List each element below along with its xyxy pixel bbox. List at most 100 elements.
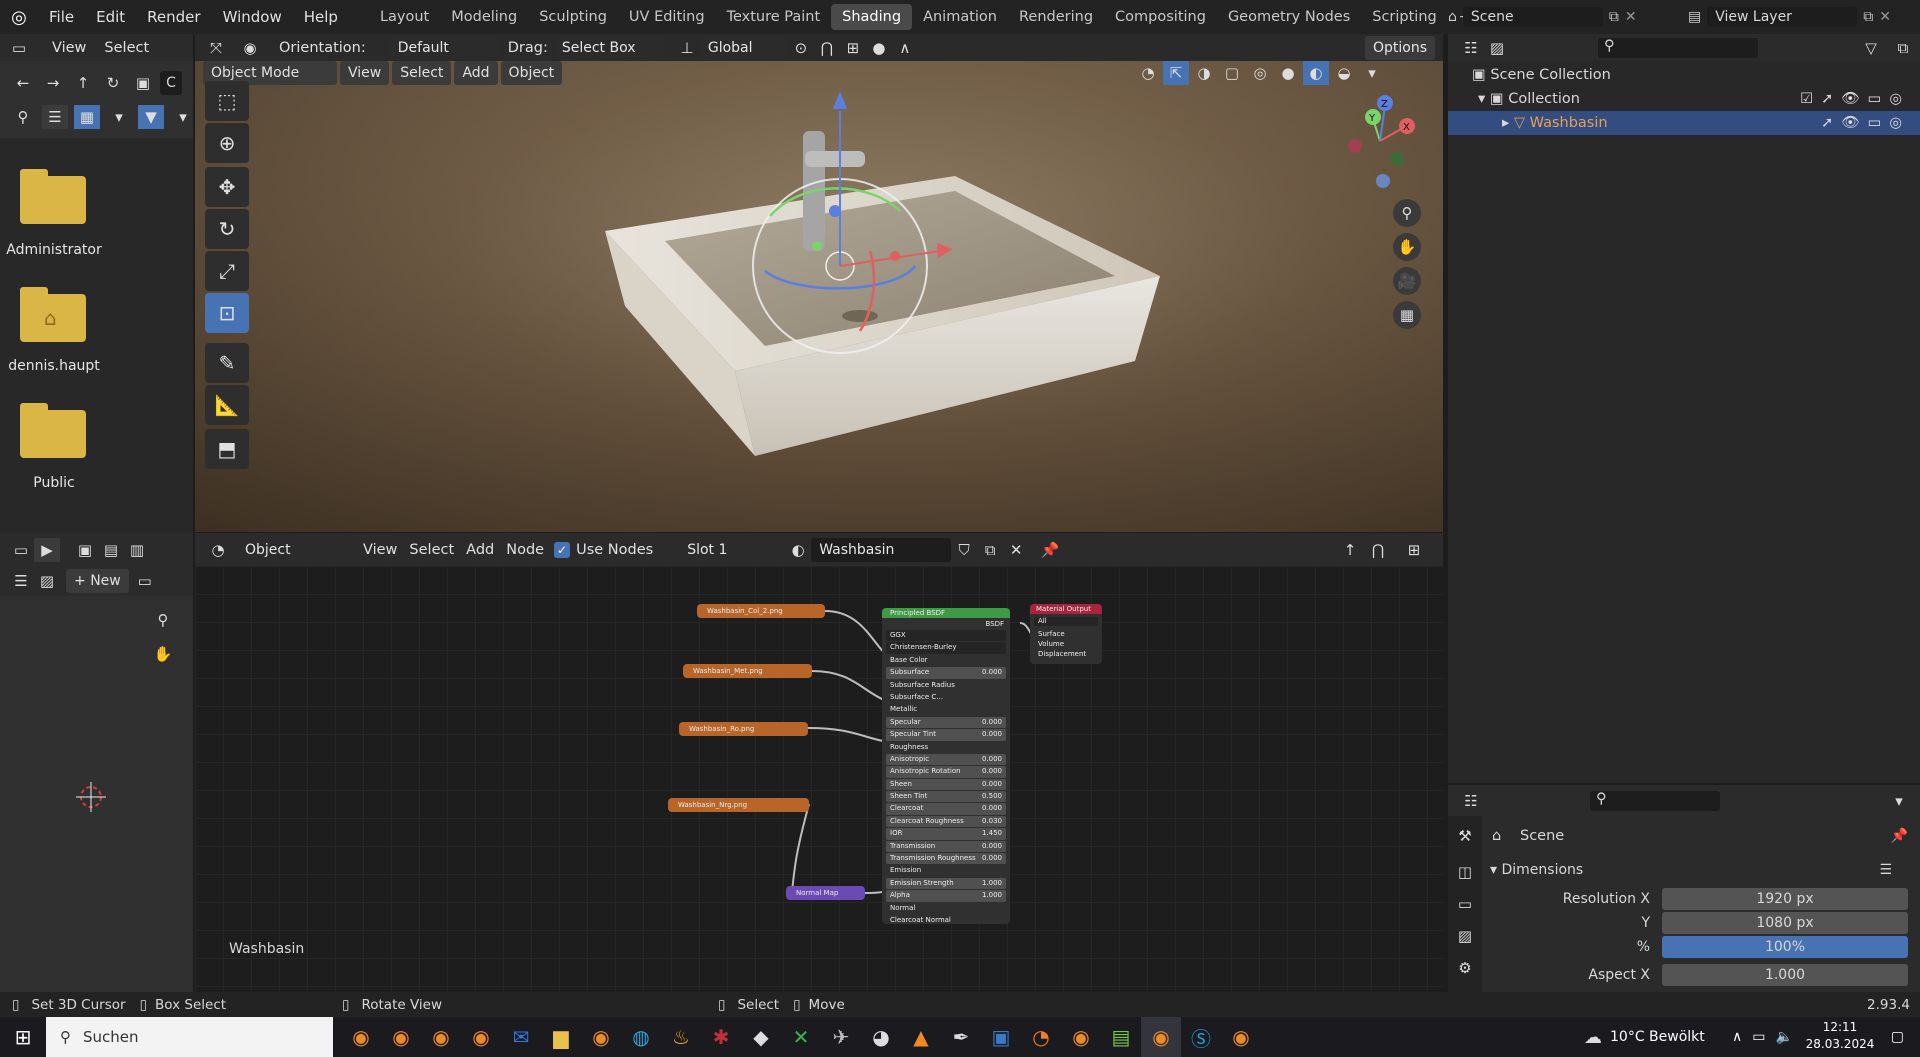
parent-dir-icon[interactable]: ↑ bbox=[70, 71, 96, 95]
file-browser-view-menu[interactable]: View bbox=[46, 40, 92, 56]
texture-node[interactable]: Washbasin_Met.png bbox=[683, 664, 812, 678]
outliner-item-collection[interactable]: ▾ ▣ Collection ☑➚👁▭◎ bbox=[1448, 87, 1920, 111]
bsdf-socket-row[interactable]: IOR 1.450 bbox=[886, 828, 1006, 840]
resolution-percent-slider[interactable]: 100% bbox=[1662, 936, 1908, 958]
chevron-up-icon[interactable]: ∧ bbox=[1732, 1029, 1742, 1045]
bsdf-socket-row[interactable]: Specular Tint 0.000 bbox=[886, 729, 1006, 741]
pivot-point-icon[interactable]: ⊙ bbox=[788, 36, 814, 60]
folder-icon[interactable] bbox=[20, 403, 86, 458]
image-editor-canvas[interactable]: ⚲ ✋ bbox=[0, 596, 193, 992]
skype-icon[interactable]: Ⓢ bbox=[1181, 1017, 1221, 1057]
select-mode-new-icon[interactable]: ▣ bbox=[72, 538, 98, 562]
blender-app-icon-active[interactable]: ◉ bbox=[1141, 1017, 1181, 1057]
visibility-toggles[interactable]: ➚👁▭◎ bbox=[1821, 111, 1910, 135]
menu-help[interactable]: Help bbox=[293, 0, 349, 34]
filter-dropdown-icon[interactable]: ▾ bbox=[170, 105, 196, 129]
tab-rendering[interactable]: Rendering bbox=[1008, 4, 1104, 30]
aspect-x-field[interactable]: 1.000 bbox=[1662, 964, 1908, 986]
hamburger-menu-icon[interactable]: ☰ bbox=[8, 569, 34, 593]
new-scene-icon[interactable]: ⧉ bbox=[1609, 9, 1619, 25]
wireframe-shading-icon[interactable]: ◎ bbox=[1247, 61, 1273, 85]
bsdf-socket-row[interactable]: Clearcoat Roughness 0.030 bbox=[886, 815, 1006, 828]
normal-map-node[interactable]: Normal Map bbox=[786, 886, 865, 900]
display-mode-icon[interactable]: ▨ bbox=[1484, 36, 1510, 60]
navigation-gizmo[interactable]: Z Y X bbox=[1335, 91, 1425, 191]
inkscape-icon[interactable]: ◆ bbox=[741, 1017, 781, 1057]
view-layer-name[interactable]: View Layer bbox=[1707, 7, 1858, 27]
bsdf-socket-row[interactable]: Base Color bbox=[886, 655, 1006, 666]
new-collection-icon[interactable]: ⧉ bbox=[1890, 36, 1916, 60]
node-add-menu[interactable]: Add bbox=[460, 542, 500, 558]
volume-icon[interactable]: 🔈 bbox=[1775, 1029, 1792, 1045]
outliner-item-scene-collection[interactable]: ▣ Scene Collection bbox=[1448, 63, 1920, 87]
bsdf-socket-row[interactable]: Emission Strength 1.000 bbox=[886, 877, 1006, 890]
visibility-icon[interactable]: ◔ bbox=[1135, 61, 1161, 85]
material-shading-icon[interactable]: ◐ bbox=[1303, 61, 1329, 85]
clock[interactable]: 12:11 28.03.2024 bbox=[1800, 1019, 1880, 1053]
measure-tool-icon[interactable]: 📐 bbox=[205, 385, 249, 425]
bsdf-socket-row[interactable]: Sheen 0.000 bbox=[886, 778, 1006, 791]
sort-dropdown-icon[interactable]: ▾ bbox=[106, 105, 132, 129]
notepad-icon[interactable]: ▤ bbox=[1101, 1017, 1141, 1057]
pivot-icon[interactable]: ◉ bbox=[237, 36, 263, 60]
path-field[interactable]: C bbox=[160, 71, 182, 95]
fake-user-icon[interactable]: ⛉ bbox=[951, 538, 977, 562]
folder-label[interactable]: Administrator bbox=[0, 242, 108, 258]
folder-label[interactable]: dennis.haupt bbox=[0, 358, 108, 374]
unlink-material-icon[interactable]: ✕ bbox=[1003, 538, 1029, 562]
delete-view-layer-icon[interactable]: ✕ bbox=[1879, 9, 1891, 25]
inkscape-icon[interactable]: ✒ bbox=[941, 1017, 981, 1057]
select-box-tool-icon[interactable]: ⬚ bbox=[205, 81, 249, 121]
transform-tool-icon[interactable]: ⊡ bbox=[205, 293, 249, 333]
edge-icon[interactable]: ◍ bbox=[621, 1017, 661, 1057]
editor-type-icon[interactable]: ▭ bbox=[6, 36, 32, 60]
blender-app-icon[interactable]: ◉ bbox=[381, 1017, 421, 1057]
blender-app-icon[interactable]: ◉ bbox=[421, 1017, 461, 1057]
scene-name[interactable]: Scene bbox=[1462, 7, 1603, 27]
bsdf-socket-row[interactable]: Anisotropic Rotation 0.000 bbox=[886, 766, 1006, 778]
viewport-view-menu[interactable]: View bbox=[340, 61, 390, 85]
filter-icon[interactable]: ▽ bbox=[1858, 36, 1884, 60]
menu-edit[interactable]: Edit bbox=[85, 0, 136, 34]
chevron-right-icon[interactable]: ▸ bbox=[1502, 115, 1514, 131]
resolution-x-field[interactable]: 1920 px bbox=[1662, 888, 1908, 910]
scale-tool-icon[interactable]: ⤢ bbox=[205, 251, 249, 291]
home-folder-icon[interactable]: ⌂ bbox=[20, 287, 86, 342]
viewport-add-menu[interactable]: Add bbox=[454, 61, 498, 85]
perspective-grid-icon[interactable]: ▦ bbox=[1393, 301, 1421, 329]
bsdf-socket-row[interactable]: Anisotropic 0.000 bbox=[886, 753, 1006, 766]
tab-compositing[interactable]: Compositing bbox=[1104, 4, 1217, 30]
tab-scripting[interactable]: Scripting bbox=[1361, 4, 1447, 30]
view-layer-selector[interactable]: ▤ View Layer ⧉ ✕ bbox=[1688, 4, 1918, 30]
tab-geometry-nodes[interactable]: Geometry Nodes bbox=[1217, 4, 1361, 30]
tab-sculpting[interactable]: Sculpting bbox=[528, 4, 618, 30]
image-browse-icon[interactable]: ▨ bbox=[34, 569, 60, 593]
filter-icon[interactable]: ▼ bbox=[138, 105, 164, 129]
properties-search-input[interactable]: ⚲ bbox=[1590, 790, 1720, 811]
washbasin-render[interactable] bbox=[195, 61, 1443, 532]
viewport-object-menu[interactable]: Object bbox=[500, 61, 563, 85]
camera-view-icon[interactable]: 🎥 bbox=[1393, 267, 1421, 295]
drag-dropdown[interactable]: Select Box bbox=[553, 35, 664, 60]
blender-logo-icon[interactable]: ◎ bbox=[0, 0, 38, 34]
bsdf-socket-row[interactable]: Subsurface C... bbox=[886, 692, 1006, 703]
slot-dropdown[interactable]: Slot 1 bbox=[679, 537, 776, 562]
notification-icon[interactable]: ▢ bbox=[1891, 1017, 1904, 1057]
editor-type-icon[interactable]: ▭ bbox=[8, 538, 34, 562]
tab-layout[interactable]: Layout bbox=[369, 4, 440, 30]
pin-icon[interactable]: 📌 bbox=[1891, 828, 1908, 844]
new-image-button[interactable]: + New bbox=[66, 569, 129, 593]
folder-icon[interactable] bbox=[20, 169, 86, 224]
node-snap-icon[interactable]: ⋂ bbox=[1365, 538, 1391, 562]
rendered-shading-icon[interactable]: ◒ bbox=[1331, 61, 1357, 85]
bsdf-socket-row[interactable]: Alpha 1.000 bbox=[886, 890, 1006, 902]
bsdf-socket-row[interactable]: Emission bbox=[886, 865, 1006, 876]
material-name-field[interactable]: Washbasin bbox=[811, 537, 952, 562]
annotate-tool-icon[interactable]: ✎ bbox=[205, 343, 249, 383]
blender-app-icon[interactable]: ◉ bbox=[461, 1017, 501, 1057]
bsdf-socket-row[interactable]: Subsurface Radius bbox=[886, 680, 1006, 691]
zoom-icon[interactable]: ⚲ bbox=[1393, 199, 1421, 227]
blender-app-icon[interactable]: ◉ bbox=[1061, 1017, 1101, 1057]
tab-uv-editing[interactable]: UV Editing bbox=[618, 4, 716, 30]
shading-options-icon[interactable]: ▾ bbox=[1359, 61, 1385, 85]
